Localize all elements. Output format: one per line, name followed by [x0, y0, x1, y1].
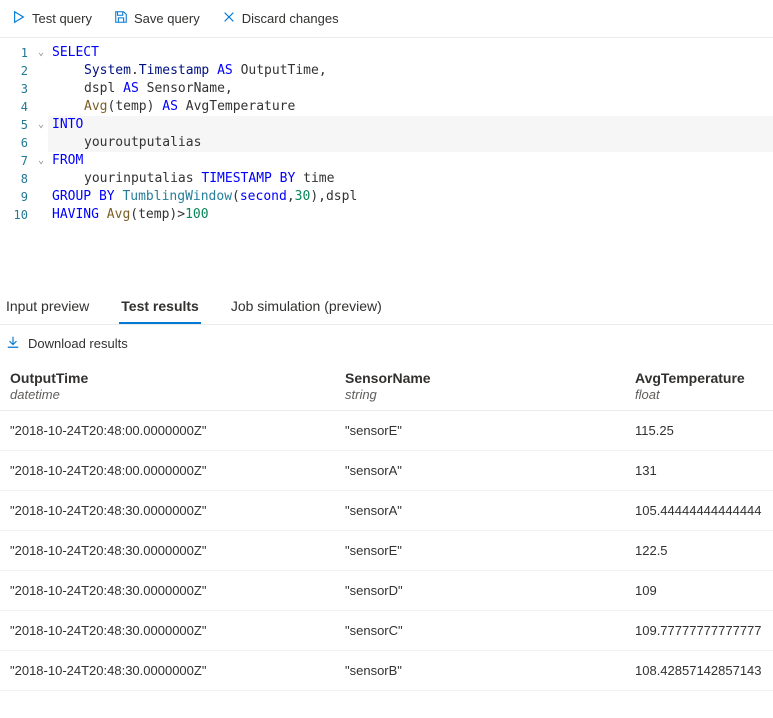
table-row[interactable]: "2018-10-24T20:48:00.0000000Z""sensorE"1…: [0, 411, 773, 451]
line-number: 9: [0, 188, 34, 206]
table-row[interactable]: "2018-10-24T20:48:30.0000000Z""sensorA"1…: [0, 491, 773, 531]
cell-avgtemperature: 109: [635, 583, 763, 598]
cell-avgtemperature: 122.5: [635, 543, 763, 558]
kw-select: SELECT: [52, 45, 99, 60]
test-query-label: Test query: [32, 11, 92, 26]
cell-sensorname: "sensorA": [345, 503, 635, 518]
play-icon: [12, 10, 26, 27]
col-header-avgtemp[interactable]: AvgTemperature: [635, 370, 763, 386]
tab-input-preview[interactable]: Input preview: [4, 292, 91, 324]
cell-outputtime: "2018-10-24T20:48:30.0000000Z": [10, 623, 345, 638]
code-line-8: yourinputalias TIMESTAMP BY time: [48, 170, 773, 188]
cell-outputtime: "2018-10-24T20:48:30.0000000Z": [10, 543, 345, 558]
fold-chevron-icon[interactable]: ⌄: [34, 44, 48, 62]
tab-test-results[interactable]: Test results: [119, 292, 201, 324]
discard-changes-button[interactable]: Discard changes: [220, 6, 341, 31]
line-number: 5: [0, 116, 34, 134]
test-query-button[interactable]: Test query: [10, 6, 94, 31]
cell-outputtime: "2018-10-24T20:48:00.0000000Z": [10, 463, 345, 478]
cell-sensorname: "sensorA": [345, 463, 635, 478]
toolbar: Test query Save query Discard changes: [0, 0, 773, 38]
save-icon: [114, 10, 128, 27]
code-line-9: GROUP BY TumblingWindow(second,30),dspl: [48, 188, 773, 206]
line-number: 4: [0, 98, 34, 116]
cell-outputtime: "2018-10-24T20:48:00.0000000Z": [10, 423, 345, 438]
line-number: 3: [0, 80, 34, 98]
code-line-2: System.Timestamp AS OutputTime,: [48, 62, 773, 80]
col-type-outputtime: datetime: [10, 387, 345, 402]
results-header-row: OutputTime datetime SensorName string Av…: [0, 364, 773, 411]
col-type-sensorname: string: [345, 387, 635, 402]
code-line-3: dspl AS SensorName,: [48, 80, 773, 98]
line-number: 10: [0, 206, 34, 224]
cell-sensorname: "sensorB": [345, 663, 635, 678]
table-row[interactable]: "2018-10-24T20:48:30.0000000Z""sensorD"1…: [0, 571, 773, 611]
download-results-label: Download results: [28, 336, 128, 351]
line-number: 1: [0, 44, 34, 62]
cell-avgtemperature: 115.25: [635, 423, 763, 438]
kw-from: FROM: [52, 153, 83, 168]
cell-avgtemperature: 108.42857142857143: [635, 663, 763, 678]
table-row[interactable]: "2018-10-24T20:48:30.0000000Z""sensorC"1…: [0, 611, 773, 651]
table-row[interactable]: "2018-10-24T20:48:00.0000000Z""sensorA"1…: [0, 451, 773, 491]
col-header-outputtime[interactable]: OutputTime: [10, 370, 345, 386]
line-number: 8: [0, 170, 34, 188]
cell-avgtemperature: 105.44444444444444: [635, 503, 763, 518]
cell-sensorname: "sensorE": [345, 423, 635, 438]
cell-avgtemperature: 109.77777777777777: [635, 623, 763, 638]
col-type-avgtemp: float: [635, 387, 763, 402]
cell-sensorname: "sensorD": [345, 583, 635, 598]
cell-outputtime: "2018-10-24T20:48:30.0000000Z": [10, 503, 345, 518]
save-query-label: Save query: [134, 11, 200, 26]
close-icon: [222, 10, 236, 27]
results-table: OutputTime datetime SensorName string Av…: [0, 364, 773, 691]
line-number: 7: [0, 152, 34, 170]
cell-outputtime: "2018-10-24T20:48:30.0000000Z": [10, 583, 345, 598]
line-number: 6: [0, 134, 34, 152]
code-line-4: Avg(temp) AS AvgTemperature: [48, 98, 773, 116]
download-icon: [6, 335, 20, 352]
table-row[interactable]: "2018-10-24T20:48:30.0000000Z""sensorE"1…: [0, 531, 773, 571]
line-number: 2: [0, 62, 34, 80]
discard-label: Discard changes: [242, 11, 339, 26]
results-tabs: Input preview Test results Job simulatio…: [0, 284, 773, 325]
query-editor[interactable]: 1 ⌄ SELECT 2 System.Timestamp AS OutputT…: [0, 38, 773, 284]
tab-job-simulation[interactable]: Job simulation (preview): [229, 292, 384, 324]
code-line-6: youroutputalias: [48, 134, 773, 152]
fold-chevron-icon[interactable]: ⌄: [34, 116, 48, 134]
cell-sensorname: "sensorC": [345, 623, 635, 638]
cell-avgtemperature: 131: [635, 463, 763, 478]
code-line-10: HAVING Avg(temp)>100: [48, 206, 773, 224]
kw-into: INTO: [52, 117, 83, 132]
cell-outputtime: "2018-10-24T20:48:30.0000000Z": [10, 663, 345, 678]
cell-sensorname: "sensorE": [345, 543, 635, 558]
table-row[interactable]: "2018-10-24T20:48:30.0000000Z""sensorB"1…: [0, 651, 773, 691]
save-query-button[interactable]: Save query: [112, 6, 202, 31]
download-results-button[interactable]: Download results: [6, 335, 128, 352]
col-header-sensorname[interactable]: SensorName: [345, 370, 635, 386]
fold-chevron-icon[interactable]: ⌄: [34, 152, 48, 170]
